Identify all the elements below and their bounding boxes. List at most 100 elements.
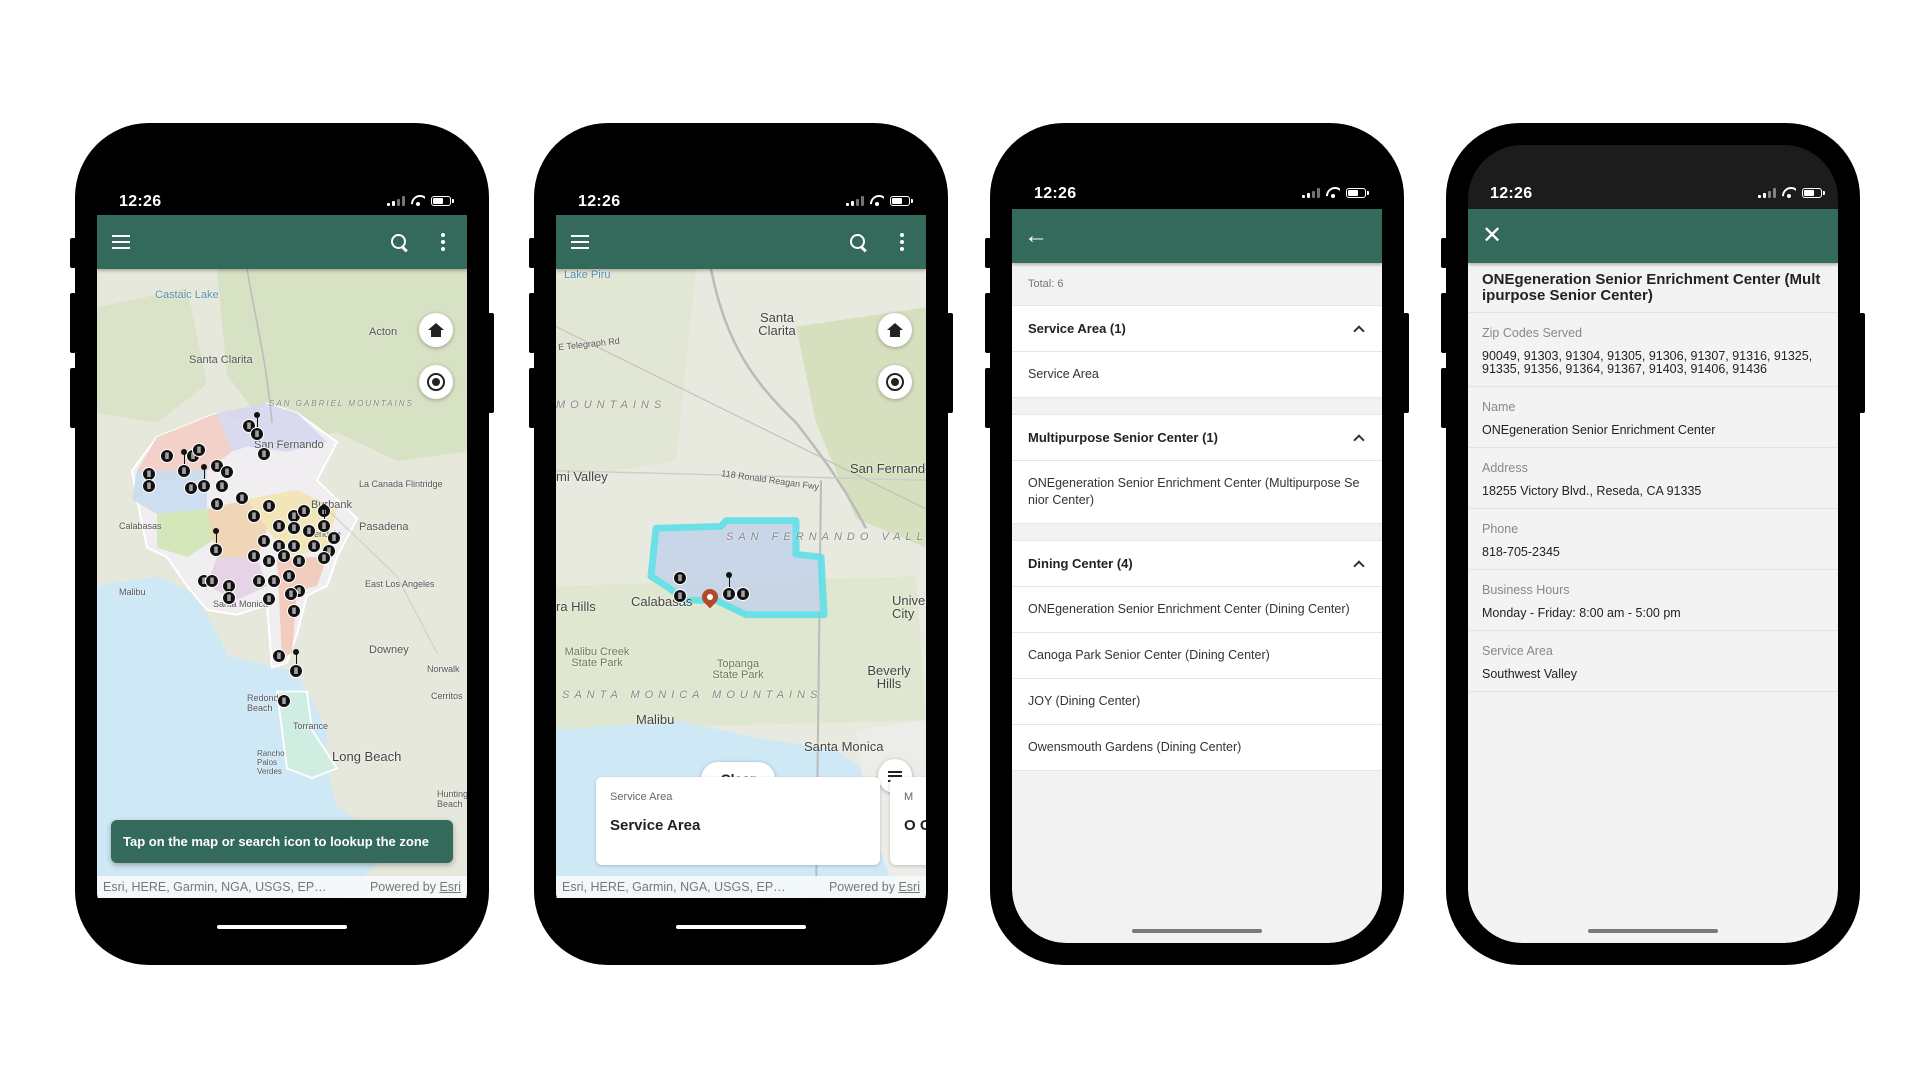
result-card-label: Service Area (610, 791, 673, 803)
dining-center-marker-icon[interactable]: ‖ (282, 569, 296, 583)
dining-center-marker-icon[interactable]: ‖ (177, 464, 191, 478)
more-button[interactable] (880, 215, 924, 269)
result-card-label: M (904, 791, 914, 803)
result-group: Service Area (1) Service Area (1012, 305, 1382, 398)
dining-center-marker-icon[interactable]: ‖ (247, 509, 261, 523)
map-label: Torrance (293, 721, 329, 731)
chevron-up-icon (1353, 324, 1365, 337)
dining-center-marker-icon[interactable]: ‖ (297, 504, 311, 518)
home-indicator[interactable] (1132, 929, 1262, 933)
list-item[interactable]: ONEgeneration Senior Enrichment Center (… (1012, 587, 1382, 633)
dining-center-marker-icon[interactable]: ‖ (267, 574, 281, 588)
menu-button[interactable] (99, 215, 143, 269)
dining-center-marker-icon[interactable]: ‖ (287, 604, 301, 618)
field-value: 818-705-2345 (1482, 545, 1560, 559)
map-label: SANTA MONICA MOUNTAINS (562, 689, 823, 701)
dining-center-marker-icon[interactable]: ‖ (184, 481, 198, 495)
marker-line (183, 452, 185, 464)
dining-center-marker-icon[interactable]: ‖ (210, 497, 224, 511)
map-label: Malibu (119, 587, 146, 597)
list-item[interactable]: JOY (Dining Center) (1012, 679, 1382, 725)
dining-center-marker-icon[interactable]: ‖ (262, 554, 276, 568)
more-button[interactable] (421, 215, 465, 269)
status-time: 12:26 (119, 193, 162, 210)
dining-center-marker-icon[interactable]: ‖ (252, 574, 266, 588)
list-item[interactable]: Service Area (1012, 352, 1382, 397)
field-value: 90049, 91303, 91304, 91305, 91306, 91307… (1482, 349, 1813, 376)
wifi-icon (1326, 187, 1340, 198)
home-indicator[interactable] (1588, 929, 1718, 933)
list-item[interactable]: ONEgeneration Senior Enrichment Center (… (1012, 461, 1382, 523)
dining-center-marker-icon[interactable]: ‖ (257, 534, 271, 548)
dining-center-marker-icon[interactable]: ‖ (272, 649, 286, 663)
result-card-next[interactable]: M O O (890, 777, 926, 865)
result-group-header[interactable]: Service Area (1) (1012, 306, 1382, 352)
result-card-value: Service Area (610, 817, 701, 834)
home-indicator[interactable] (217, 925, 347, 929)
esri-link[interactable]: Esri (439, 880, 461, 894)
more-vert-icon (900, 233, 904, 251)
dining-center-marker-icon[interactable]: ‖ (262, 499, 276, 513)
map-label: MOUNTAINS (556, 399, 667, 411)
result-card[interactable]: Service Area Service Area (596, 777, 880, 865)
dining-center-marker-icon[interactable]: ‖ (257, 447, 271, 461)
dining-center-marker-icon[interactable]: ‖ (673, 571, 687, 585)
dining-center-marker-icon[interactable]: ‖ (262, 592, 276, 606)
map-label: Pasadena (359, 521, 409, 533)
wifi-icon (1782, 187, 1796, 198)
dining-center-marker-icon[interactable]: ‖ (192, 443, 206, 457)
dining-center-marker-icon[interactable]: ‖ (160, 449, 174, 463)
dining-center-marker-icon[interactable]: ‖ (284, 587, 298, 601)
dining-center-marker-icon[interactable]: ‖ (317, 551, 331, 565)
dining-center-marker-icon[interactable]: ‖ (220, 465, 234, 479)
dining-center-marker-icon[interactable]: ‖ (197, 479, 211, 493)
result-group-header[interactable]: Multipurpose Senior Center (1) (1012, 415, 1382, 461)
list-item[interactable]: Canoga Park Senior Center (Dining Center… (1012, 633, 1382, 679)
dining-center-marker-icon[interactable]: ‖ (209, 543, 223, 557)
dining-center-marker-icon[interactable]: ‖ (736, 587, 750, 601)
locate-button[interactable] (419, 365, 453, 399)
result-group: Multipurpose Senior Center (1) ONEgenerat… (1012, 414, 1382, 524)
detail-field: Zip Codes Served 90049, 91303, 91304, 913… (1468, 313, 1838, 387)
dining-center-marker-icon[interactable]: ‖ (307, 539, 321, 553)
home-button[interactable] (878, 313, 912, 347)
screen: 12:26 (97, 145, 467, 943)
home-indicator[interactable] (676, 925, 806, 929)
close-button[interactable]: ✕ (1470, 209, 1514, 263)
phone-map-selected: 12:26 Lake Piru Santa Clarita E Telegrap… (529, 123, 953, 965)
dining-center-marker-icon[interactable]: ‖ (302, 524, 316, 538)
dining-center-marker-icon[interactable]: ‖ (250, 427, 264, 441)
screen: 12:26 (556, 145, 926, 943)
esri-link[interactable]: Esri (898, 880, 920, 894)
signal-icon (387, 195, 405, 206)
dining-center-marker-icon[interactable]: ‖ (289, 664, 303, 678)
map-view[interactable]: Castaic Lake Acton Santa Clarita SAN GAB… (97, 269, 467, 898)
status-bar: 12:26 (1468, 145, 1838, 209)
dining-center-marker-icon[interactable]: ‖ (235, 491, 249, 505)
dining-center-marker-icon[interactable]: ‖ (287, 521, 301, 535)
dining-center-marker-icon[interactable]: ‖ (215, 479, 229, 493)
search-button[interactable] (836, 215, 880, 269)
result-group-header[interactable]: Dining Center (4) (1012, 541, 1382, 587)
dining-center-marker-icon[interactable]: ‖ (327, 531, 341, 545)
detail-field: Service Area Southwest Valley (1468, 631, 1838, 692)
dining-center-marker-icon[interactable]: ‖ (247, 549, 261, 563)
dining-center-marker-icon[interactable]: ‖ (142, 479, 156, 493)
dining-center-marker-icon[interactable]: ‖ (673, 589, 687, 603)
dining-center-marker-icon[interactable]: ‖ (272, 519, 286, 533)
home-button[interactable] (419, 313, 453, 347)
list-item[interactable]: Owensmouth Gardens (Dining Center) (1012, 725, 1382, 770)
dining-center-marker-icon[interactable]: ‖ (292, 554, 306, 568)
result-card-value: O O (904, 817, 926, 834)
dining-center-marker-icon[interactable]: ‖ (205, 574, 219, 588)
dining-center-marker-icon[interactable]: ‖ (222, 591, 236, 605)
menu-button[interactable] (558, 215, 602, 269)
back-button[interactable]: ← (1014, 209, 1058, 263)
dining-center-marker-icon[interactable]: ‖ (277, 549, 291, 563)
dining-center-marker-icon[interactable]: ‖ (722, 587, 736, 601)
dining-center-marker-icon[interactable]: ‖ (317, 519, 331, 533)
result-group-title: Multipurpose Senior Center (1) (1028, 430, 1218, 445)
dining-center-marker-icon[interactable]: ‖ (277, 694, 291, 708)
search-button[interactable] (377, 215, 421, 269)
locate-button[interactable] (878, 365, 912, 399)
